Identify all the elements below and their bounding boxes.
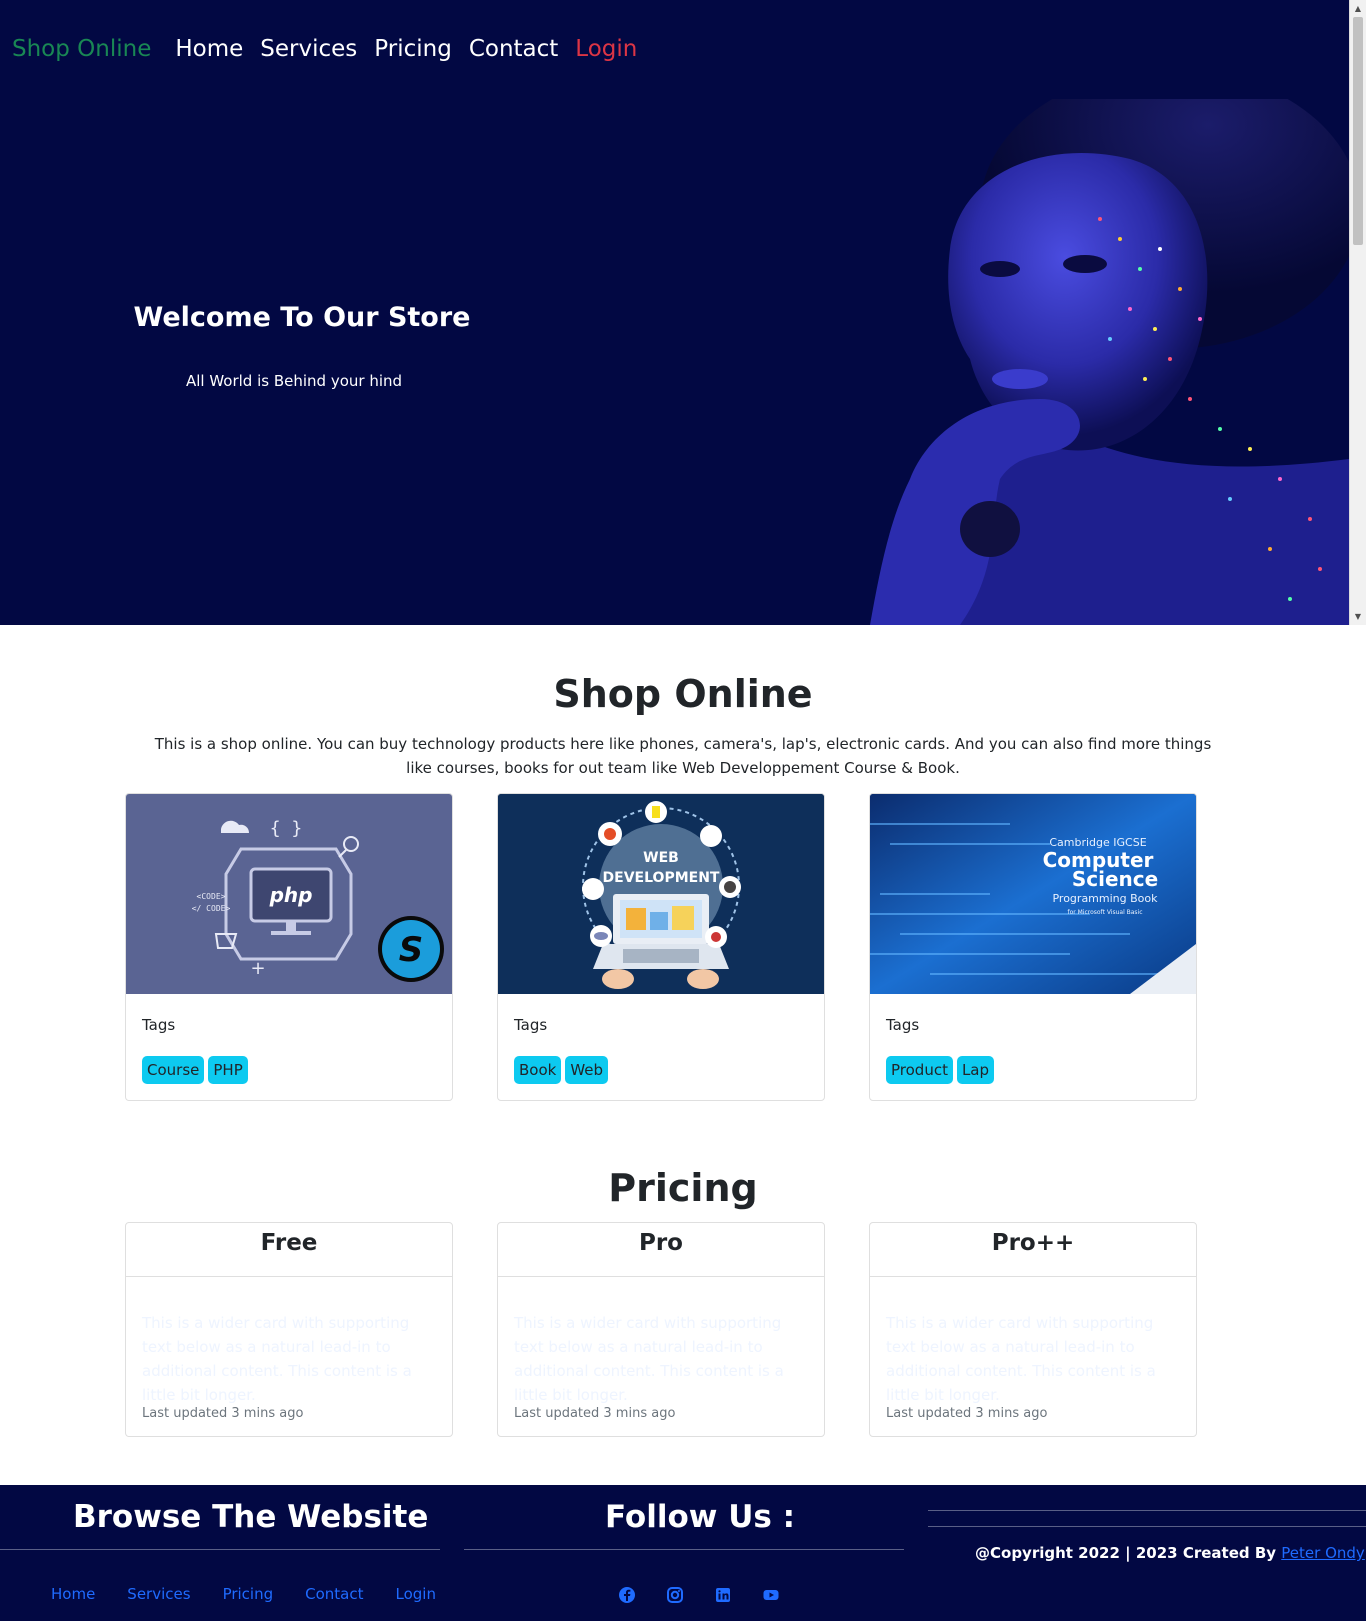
footer-services-link[interactable]: Services [127, 1585, 190, 1603]
instagram-icon[interactable] [665, 1585, 685, 1605]
scrollbar-thumb[interactable] [1353, 17, 1363, 245]
svg-text:S: S [399, 930, 424, 970]
nav-home-link[interactable]: Home [175, 36, 243, 62]
last-updated-text: Last updated 3 mins ago [514, 1406, 676, 1421]
tag-list: Product Lap [886, 1056, 995, 1084]
footer-nav: Home Services Pricing Contact Login [51, 1585, 468, 1603]
divider [0, 1549, 440, 1550]
divider [928, 1526, 1366, 1527]
php-label: php [269, 883, 313, 907]
plan-name: Pro [498, 1223, 824, 1277]
shop-title: Shop Online [553, 672, 813, 716]
pricing-card-pro[interactable]: Pro This is a wider card with supporting… [497, 1222, 825, 1437]
product-card[interactable]: php <CODE> </ CODE> { } + S Tags Course … [125, 793, 453, 1101]
tag-list: Book Web [514, 1056, 609, 1084]
tag-badge[interactable]: Web [565, 1056, 609, 1084]
footer-home-link[interactable]: Home [51, 1585, 95, 1603]
brand-logo[interactable]: Shop Online [12, 36, 151, 62]
plan-name: Free [126, 1223, 452, 1277]
hero-portrait-image [870, 99, 1349, 625]
hero-title: Welcome To Our Store [133, 302, 471, 333]
youtube-icon[interactable] [761, 1585, 781, 1605]
product-card[interactable]: WEB DEVELOPMENT Tags Book Web [497, 793, 825, 1101]
pricing-card-free[interactable]: Free This is a wider card with supportin… [125, 1222, 453, 1437]
browse-title: Browse The Website [73, 1499, 429, 1535]
tag-badge[interactable]: Book [514, 1056, 562, 1084]
facebook-icon[interactable] [617, 1585, 637, 1605]
nav-pricing-link[interactable]: Pricing [374, 36, 452, 62]
tag-badge[interactable]: PHP [208, 1056, 248, 1084]
computer-science-book-image: Cambridge IGCSE Computer Science Program… [870, 794, 1196, 994]
svg-text:Science: Science [1072, 867, 1158, 891]
tags-heading: Tags [142, 1016, 176, 1034]
svg-text:<CODE>: <CODE> [197, 892, 226, 901]
scroll-down-icon[interactable]: ▼ [1350, 608, 1366, 625]
divider [928, 1510, 1366, 1511]
footer-login-link[interactable]: Login [395, 1585, 435, 1603]
follow-title: Follow Us : [605, 1499, 796, 1535]
last-updated-text: Last updated 3 mins ago [142, 1406, 304, 1421]
copyright-text: @Copyright 2022 | 2023 Created By Peter … [975, 1544, 1365, 1562]
last-updated-text: Last updated 3 mins ago [886, 1406, 1048, 1421]
svg-text:DEVELOPMENT: DEVELOPMENT [603, 870, 720, 886]
tag-list: Course PHP [142, 1056, 248, 1084]
plan-description: This is a wider card with supporting tex… [514, 1314, 784, 1404]
pricing-card-pro-plus[interactable]: Pro++ This is a wider card with supporti… [869, 1222, 1197, 1437]
plan-name: Pro++ [870, 1223, 1196, 1277]
php-course-image: php <CODE> </ CODE> { } + S [126, 794, 452, 994]
shop-description: This is a shop online. You can buy techn… [154, 735, 1212, 777]
svg-text:+: + [250, 958, 265, 979]
page-scrollbar[interactable]: ▲ ▼ [1349, 0, 1366, 625]
nav-services-link[interactable]: Services [260, 36, 357, 62]
footer-contact-link[interactable]: Contact [305, 1585, 363, 1603]
plan-description: This is a wider card with supporting tex… [142, 1314, 412, 1404]
nav-login-link[interactable]: Login [575, 36, 637, 62]
scroll-up-icon[interactable]: ▲ [1350, 0, 1366, 17]
svg-text:WEB: WEB [643, 850, 679, 866]
product-card[interactable]: Cambridge IGCSE Computer Science Program… [869, 793, 1197, 1101]
svg-text:{ }: { } [270, 818, 303, 839]
svg-text:for Microsoft Visual Basic: for Microsoft Visual Basic [1067, 909, 1142, 916]
hero-section: Shop Online Home Services Pricing Contac… [0, 0, 1349, 625]
tag-badge[interactable]: Course [142, 1056, 205, 1084]
tags-heading: Tags [514, 1016, 548, 1034]
tag-badge[interactable]: Lap [956, 1056, 995, 1084]
social-links [617, 1585, 781, 1605]
divider [464, 1549, 904, 1550]
footer-pricing-link[interactable]: Pricing [223, 1585, 274, 1603]
top-navbar: Shop Online Home Services Pricing Contac… [12, 36, 654, 62]
hero-subtitle: All World is Behind your hind [185, 372, 403, 390]
svg-text:</ CODE>: </ CODE> [192, 904, 231, 913]
svg-text:Programming Book: Programming Book [1052, 892, 1158, 905]
plan-description: This is a wider card with supporting tex… [886, 1314, 1156, 1404]
nav-contact-link[interactable]: Contact [469, 36, 558, 62]
linkedin-icon[interactable] [713, 1585, 733, 1605]
author-link[interactable]: Peter Ondy [1281, 1544, 1365, 1562]
tag-badge[interactable]: Product [886, 1056, 953, 1084]
web-development-image: WEB DEVELOPMENT [498, 794, 824, 994]
pricing-title: Pricing [608, 1166, 758, 1210]
site-footer: Browse The Website Follow Us : Home Serv… [0, 1485, 1366, 1621]
tags-heading: Tags [886, 1016, 920, 1034]
